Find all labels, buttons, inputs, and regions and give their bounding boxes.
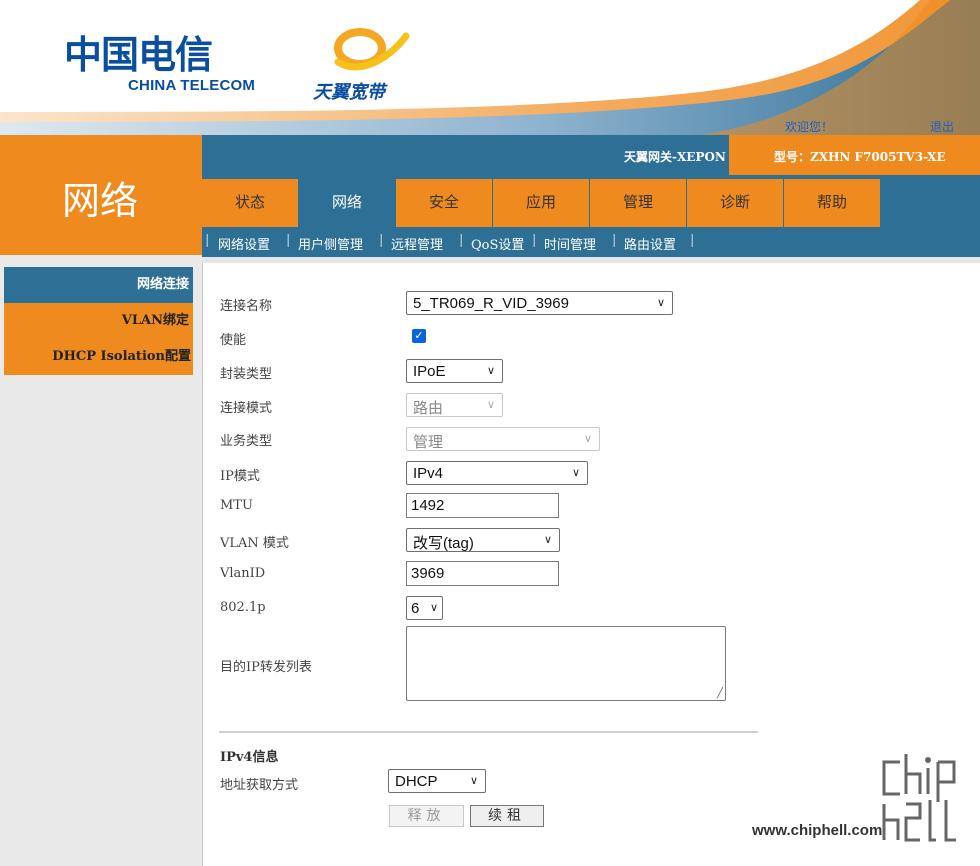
service-type-label: 业务类型 — [220, 434, 273, 449]
subnav-network-settings[interactable]: 网络设置 — [218, 234, 270, 253]
chevron-down-icon: ∨ — [429, 602, 438, 614]
service-type-select: 管理 ∨ — [406, 427, 600, 451]
chevron-down-icon: ∨ — [543, 534, 552, 546]
chiphell-watermark-logo — [882, 754, 956, 842]
subnav-remote-management[interactable]: 远程管理 — [391, 234, 443, 253]
tab-help[interactable]: 帮助 — [784, 179, 880, 227]
encapsulation-label: 封装类型 — [220, 367, 273, 382]
subnav-lan-management[interactable]: 用户侧管理 — [298, 234, 363, 253]
chevron-down-icon: ∨ — [469, 775, 478, 787]
tab-management[interactable]: 管理 — [590, 179, 686, 227]
sidebar-item-vlan-binding[interactable]: VLAN绑定 — [4, 303, 193, 339]
subnav-time-management[interactable]: 时间管理 — [544, 234, 596, 253]
chevron-down-icon: ∨ — [571, 467, 580, 479]
china-telecom-logo-en: CHINA TELECOM — [128, 77, 256, 94]
tianyi-logo-icon — [334, 28, 410, 71]
connection-name-value: 5_TR069_R_VID_3969 — [413, 295, 569, 312]
section-divider — [219, 731, 758, 733]
mtu-input[interactable]: 1492 — [406, 493, 559, 518]
subnav-qos[interactable]: QoS设置 — [471, 234, 524, 253]
subnav-routing[interactable]: 路由设置 — [624, 234, 676, 253]
encapsulation-select[interactable]: IPoE ∨ — [406, 359, 503, 383]
tab-status[interactable]: 状态 — [202, 179, 298, 227]
connection-name-label: 连接名称 — [220, 299, 273, 314]
logout-link[interactable]: 退出 — [930, 118, 954, 135]
tab-network[interactable]: 网络 — [299, 179, 395, 227]
tab-diagnostics[interactable]: 诊断 — [687, 179, 783, 227]
dest-ip-list-textarea[interactable]: ╱ — [406, 626, 726, 701]
sidebar-item-dhcp-isolation[interactable]: DHCP Isolation配置 — [4, 339, 193, 375]
vlan-id-label: VlanID — [220, 566, 266, 581]
ip-mode-select[interactable]: IPv4 ∨ — [406, 461, 588, 485]
checkmark-icon: ✓ — [414, 329, 424, 342]
addr-mode-select[interactable]: DHCP ∨ — [388, 769, 486, 793]
ip-mode-value: IPv4 — [413, 465, 444, 482]
sub-nav-separator: | — [205, 233, 210, 248]
dest-ip-list-label: 目的IP转发列表 — [220, 660, 312, 675]
tianyi-logo-text: 天翼宽带 — [313, 82, 385, 103]
content-border — [202, 263, 203, 866]
connection-mode-label: 连接模式 — [220, 401, 273, 416]
release-button: 释放 — [389, 805, 464, 827]
encapsulation-value: IPoE — [413, 363, 446, 380]
vlan-mode-value: 改写(tag) — [413, 535, 474, 552]
chevron-down-icon: ∨ — [486, 365, 495, 377]
mtu-value: 1492 — [411, 497, 445, 514]
vlan-id-value: 3969 — [411, 565, 445, 582]
chevron-down-icon: ∨ — [583, 433, 592, 445]
sub-nav-separator: | — [690, 233, 695, 248]
vlan-mode-label: VLAN 模式 — [220, 536, 289, 551]
chevron-down-icon: ∨ — [656, 297, 665, 309]
resize-grip-icon[interactable]: ╱ — [717, 688, 723, 699]
dot1p-select[interactable]: 6 ∨ — [406, 596, 443, 620]
tab-security[interactable]: 安全 — [396, 179, 492, 227]
dot1p-label: 802.1p — [220, 600, 266, 615]
gateway-name: 天翼网关-XEPON — [624, 150, 726, 164]
sub-nav-separator: | — [379, 233, 384, 248]
page-title: 网络 — [62, 179, 139, 223]
sidebar-item-network-connection[interactable]: 网络连接 — [4, 267, 193, 303]
sub-nav-separator: | — [532, 233, 537, 248]
china-telecom-logo: 中国电信 — [64, 33, 213, 77]
sub-nav-separator: | — [286, 233, 291, 248]
sub-nav-separator: | — [612, 233, 617, 248]
enable-checkbox[interactable]: ✓ — [412, 329, 426, 343]
enable-label: 使能 — [220, 333, 247, 348]
tab-application[interactable]: 应用 — [493, 179, 589, 227]
connection-mode-value: 路由 — [413, 400, 444, 417]
mtu-label: MTU — [220, 498, 253, 513]
addr-mode-label: 地址获取方式 — [220, 778, 299, 793]
welcome-text: 欢迎您！ — [785, 120, 834, 134]
service-type-value: 管理 — [413, 434, 444, 451]
connection-name-select[interactable]: 5_TR069_R_VID_3969 ∨ — [406, 291, 673, 315]
vlan-id-input[interactable]: 3969 — [406, 561, 559, 586]
dot1p-value: 6 — [411, 600, 420, 617]
addr-mode-value: DHCP — [395, 773, 438, 790]
renew-button[interactable]: 续租 — [470, 805, 544, 827]
ip-mode-label: IP模式 — [220, 469, 260, 484]
sub-nav-separator: | — [459, 233, 464, 248]
sub-nav-shadow — [202, 257, 980, 263]
watermark-url: www.chiphell.com — [752, 822, 883, 839]
chevron-down-icon: ∨ — [486, 399, 495, 411]
ipv4-section-label: IPv4信息 — [220, 750, 279, 765]
vlan-mode-select[interactable]: 改写(tag) ∨ — [406, 528, 560, 552]
model-text: 型号：ZXHN F7005TV3-XE — [774, 150, 946, 164]
connection-mode-select: 路由 ∨ — [406, 393, 503, 417]
